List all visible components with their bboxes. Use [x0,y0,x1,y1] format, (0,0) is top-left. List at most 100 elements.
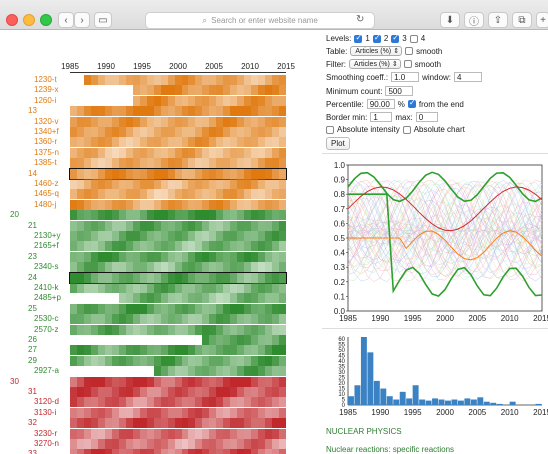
absolute-options: Absolute intensity Absolute chart [326,125,465,134]
histogram-bar [380,388,387,405]
heatmap-row[interactable]: 30 [0,376,300,387]
level-1-checkbox[interactable] [354,33,363,43]
heatmap-row[interactable]: 20 [0,209,300,221]
close-window-button[interactable] [6,14,18,26]
heatmap-row[interactable]: 1239-x [0,84,300,96]
heatmap-row-label: 1260-i [34,95,57,105]
line-chart-x-tick: 2010 [501,314,519,323]
heatmap-row[interactable]: 1360-r [0,136,300,148]
line-chart-x-tick: 1985 [339,314,357,323]
histogram-bar [483,401,490,405]
border-max-input[interactable]: 0 [415,112,438,122]
heatmap-row-label: 1385-t [34,158,57,168]
heatmap-row[interactable]: 23 [0,251,300,262]
heatmap-row[interactable]: 1260-i [0,95,300,106]
histogram-x-tick: 2005 [468,408,486,417]
heatmap-row[interactable]: 3130-i [0,407,300,418]
heatmap-panel: 1985 1990 1995 2000 2005 2010 2015 1230-t 1239-… [0,30,300,454]
heatmap-row[interactable]: 25 [0,303,300,314]
filter-select[interactable]: Articles (%) [349,59,401,69]
smoothing-control: Smoothing coeff.: 1.0 window: 4 [326,72,483,82]
heatmap-row[interactable]: 2485+p [0,292,300,304]
heatmap-row[interactable]: 13 [0,105,300,117]
line-chart-y-tick: 0.1 [334,292,346,301]
smoothing-input[interactable]: 1.0 [391,72,420,82]
line-chart-y-tick: 0.9 [334,176,346,185]
level-2-checkbox[interactable] [372,33,381,43]
heatmap-row[interactable]: 2570-z [0,324,300,335]
forward-icon[interactable]: › [74,12,90,28]
histogram-y-tick: 10 [338,392,345,398]
heatmap-row-label: 2570-z [34,324,59,334]
heatmap-row[interactable]: 1460-z [0,178,300,189]
heatmap-row[interactable]: 2410-k [0,282,300,293]
filter-smooth-checkbox[interactable] [403,60,412,68]
heatmap-row[interactable]: 24 [0,271,300,284]
percentile-input[interactable]: 90.00 [366,99,395,109]
heatmap-row[interactable]: 1230-t [0,74,300,85]
histogram-bar [393,399,400,405]
sidebar-icon[interactable]: ▭ [94,12,112,28]
heatmap-row[interactable]: 3230-r [0,428,300,439]
heatmap-row[interactable]: 2340-s [0,261,300,273]
address-placeholder: Search or enter website name [211,16,318,25]
download-icon[interactable]: ⬇ [440,12,460,28]
address-bar[interactable]: ⌕ Search or enter website name [145,12,375,29]
histogram-x-tick: 1990 [371,408,389,417]
absolute-chart-checkbox[interactable] [402,125,411,134]
heatmap-row[interactable]: 1375-n [0,147,300,158]
level-3-checkbox[interactable] [391,33,400,43]
heatmap-row[interactable]: 1340+f [0,126,300,137]
heatmap-row[interactable]: 3270-n [0,438,300,449]
min-count-input[interactable]: 500 [385,86,414,96]
heatmap-row[interactable]: 29 [0,355,300,366]
table-select[interactable]: Articles (%) [350,46,403,56]
histogram-bar [367,352,374,405]
heatmap-row[interactable]: 2927-a [0,365,300,377]
info-icon[interactable]: ⓘ [464,12,484,28]
heatmap-row[interactable]: 14 [0,167,300,180]
share-icon[interactable]: ⇪ [488,12,508,28]
heatmap-row[interactable]: 27 [0,344,300,356]
minimize-window-button[interactable] [23,14,35,26]
border-min-input[interactable]: 1 [370,112,393,122]
heatmap-row-label: 1375-n [34,147,59,157]
from-end-checkbox[interactable] [407,98,416,108]
heatmap-row[interactable]: 26 [0,334,300,345]
heatmap-row[interactable]: 1320-v [0,116,300,127]
window-input[interactable]: 4 [454,72,483,82]
histogram-bar [425,400,432,405]
heatmap-row[interactable]: 2530-c [0,313,300,325]
zoom-window-button[interactable] [40,14,52,26]
histogram-bar [386,396,393,405]
tabs-icon[interactable]: ⧉ [512,12,532,28]
histogram-y-tick: 55 [338,343,345,349]
heatmap-axis-line [70,72,286,73]
histogram-bar [412,385,419,405]
heatmap-row[interactable]: 33 [0,448,300,454]
heatmap-row[interactable]: 1480-j [0,199,300,210]
back-icon[interactable]: ‹ [58,12,74,28]
heatmap-axis-tick: 1995 [133,62,151,71]
heatmap-row[interactable]: 1385-t [0,157,300,169]
histogram-y-tick: 25 [338,376,345,382]
heatmap-row-label: 25 [28,303,37,313]
line-chart-y-tick: 0.5 [334,234,346,243]
absolute-intensity-checkbox[interactable] [326,125,334,134]
table-smooth-checkbox[interactable] [405,47,414,55]
heatmap-row[interactable]: 31 [0,386,300,397]
min-count-control: Minimum count: 500 [326,86,414,96]
histogram-bar [348,396,354,405]
level-4-checkbox[interactable] [409,34,418,43]
reload-icon[interactable]: ↻ [356,14,364,25]
heatmap-row[interactable]: 32 [0,417,300,429]
heatmap-row[interactable]: 2130+y [0,230,300,241]
histogram-x-tick: 2015 [533,408,548,417]
heatmap-row-label: 27 [28,345,37,355]
heatmap-row[interactable]: 1465-q [0,188,300,200]
heatmap-row[interactable]: 3120-d [0,396,300,408]
new-tab-icon[interactable]: + [536,12,548,28]
heatmap-row[interactable]: 21 [0,220,300,231]
heatmap-row[interactable]: 2165+f [0,240,300,252]
plot-button[interactable]: Plot [326,137,350,150]
